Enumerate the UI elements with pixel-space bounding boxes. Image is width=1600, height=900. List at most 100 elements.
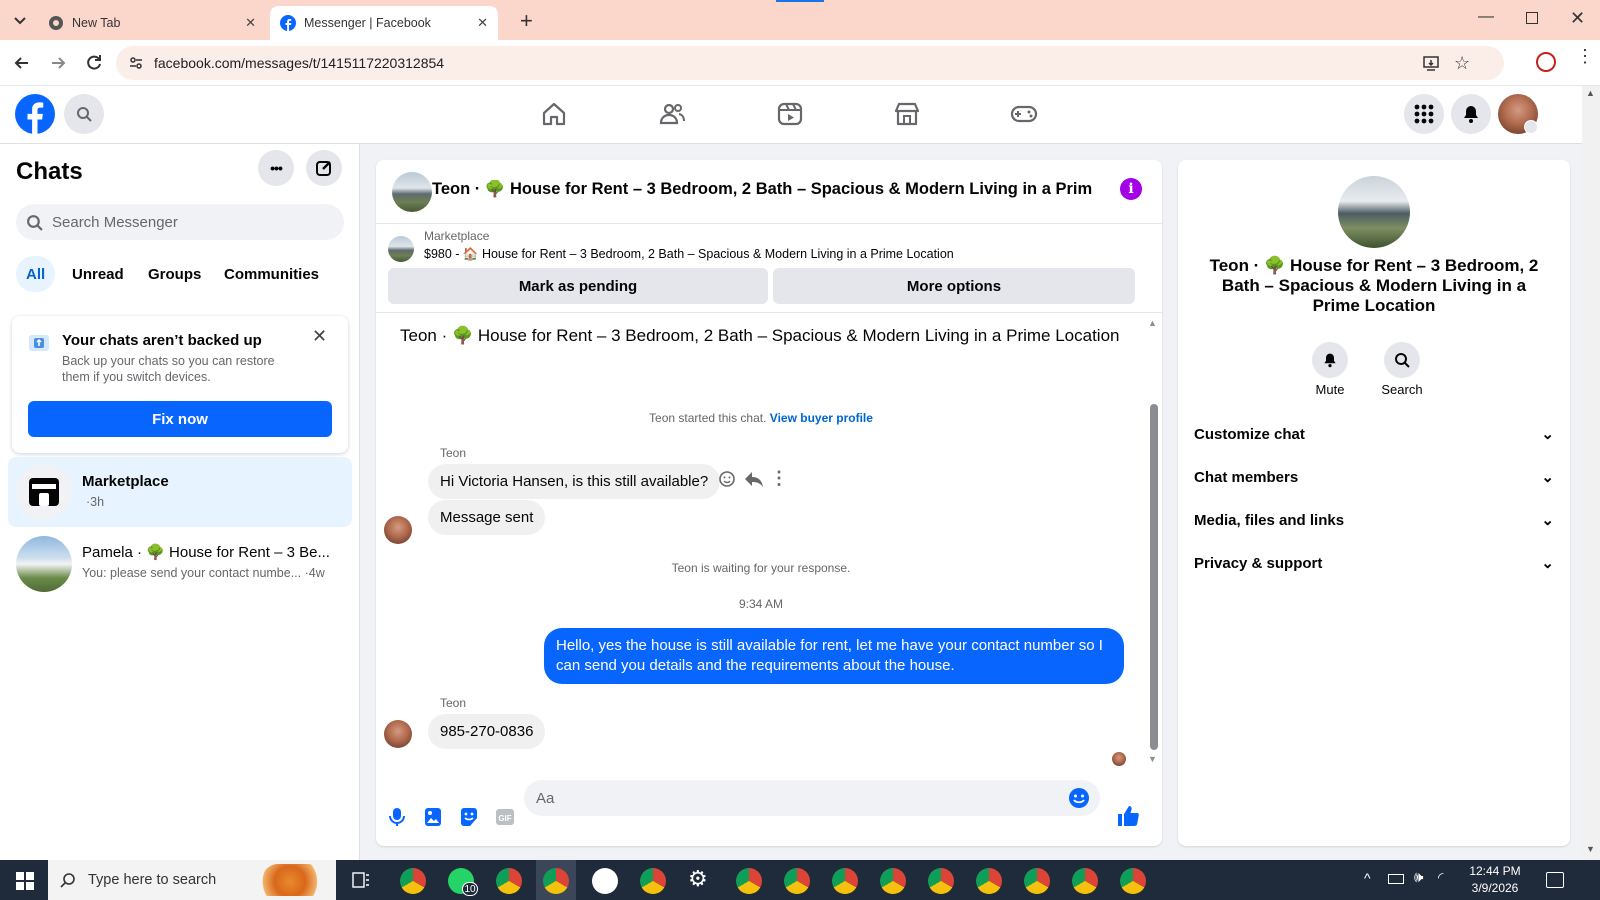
back-arrow-icon[interactable] [12, 53, 32, 73]
tray-chevron-up-icon[interactable]: ^ [1364, 870, 1371, 886]
filter-communities[interactable]: Communities [214, 256, 329, 292]
search-conversation-button[interactable] [1384, 342, 1420, 378]
section-customize-chat[interactable]: Customize chat ⌄ [1194, 414, 1554, 454]
tab-search-icon[interactable] [10, 10, 30, 30]
fb-search-button[interactable] [64, 94, 104, 134]
app-taskbar-icon[interactable] [592, 868, 618, 894]
task-view-icon[interactable] [352, 872, 370, 888]
section-media-files-links[interactable]: Media, files and links ⌄ [1194, 500, 1554, 540]
clock-time[interactable]: 12:44 PM [1462, 864, 1528, 878]
mute-button[interactable] [1312, 342, 1348, 378]
scroll-down-arrow-icon[interactable]: ▼ [1586, 844, 1595, 854]
notification-center-icon[interactable] [1546, 872, 1564, 888]
scroll-up-arrow-icon[interactable]: ▲ [1586, 88, 1595, 98]
volume-icon[interactable]: 🕪 [1414, 869, 1423, 886]
new-tab-button[interactable]: + [520, 8, 533, 34]
gaming-icon[interactable] [1010, 100, 1038, 128]
chrome-taskbar-icon[interactable] [784, 868, 810, 894]
chrome-taskbar-icon[interactable] [976, 868, 1002, 894]
more-vertical-icon[interactable]: ⋮ [770, 468, 788, 489]
listing-thumbnail[interactable] [392, 172, 432, 212]
message-input[interactable]: Aa [524, 780, 1100, 816]
close-icon[interactable]: ✕ [312, 326, 327, 347]
sender-avatar[interactable] [384, 516, 412, 544]
more-options-button[interactable]: More options [773, 268, 1135, 304]
taskbar-search-box[interactable]: Type here to search [48, 860, 336, 900]
reply-icon[interactable] [744, 470, 764, 488]
chrome-taskbar-icon[interactable] [543, 868, 569, 894]
thumbs-up-icon[interactable] [1116, 804, 1140, 828]
site-settings-icon[interactable] [128, 55, 144, 71]
chrome-taskbar-icon[interactable] [1024, 868, 1050, 894]
info-icon[interactable]: i [1120, 178, 1142, 200]
incoming-message[interactable]: Message sent [428, 500, 546, 535]
install-app-icon[interactable] [1422, 54, 1440, 72]
new-message-button[interactable] [306, 150, 342, 186]
section-chat-members[interactable]: Chat members ⌄ [1194, 457, 1554, 497]
section-privacy-support[interactable]: Privacy & support ⌄ [1194, 543, 1554, 583]
settings-gear-icon[interactable]: ⚙ [688, 866, 708, 892]
chat-row-pamela[interactable]: Pamela · 🌳 House for Rent – 3 Be... You:… [8, 529, 352, 599]
network-icon[interactable]: ◜ [1438, 869, 1443, 886]
tab-new-tab[interactable]: New Tab ✕ [38, 6, 266, 40]
chrome-taskbar-icon[interactable] [832, 868, 858, 894]
restore-window-icon[interactable] [1526, 12, 1538, 24]
chrome-taskbar-icon[interactable] [1072, 868, 1098, 894]
conversation-title[interactable]: Teon · 🌳 House for Rent – 3 Bedroom, 2 B… [432, 180, 1092, 199]
chrome-taskbar-icon[interactable] [1120, 868, 1146, 894]
filter-groups[interactable]: Groups [138, 256, 211, 292]
chrome-taskbar-icon[interactable] [400, 868, 426, 894]
fix-now-button[interactable]: Fix now [28, 401, 332, 437]
minimize-window-icon[interactable]: — [1478, 8, 1494, 26]
browser-menu-icon[interactable]: ⋮ [1576, 47, 1594, 65]
listing-line[interactable]: $980 - 🏠 House for Rent – 3 Bedroom, 2 B… [424, 247, 954, 262]
close-tab-icon[interactable]: ✕ [477, 15, 488, 31]
chevron-down-icon[interactable] [1524, 120, 1538, 134]
photo-icon[interactable] [422, 806, 444, 828]
incoming-message[interactable]: 985-270-0836 [428, 714, 546, 749]
friends-icon[interactable] [658, 100, 686, 128]
incoming-message[interactable]: Hi Victoria Hansen, is this still availa… [428, 464, 721, 499]
conversation-scrollbar[interactable] [1150, 404, 1158, 750]
chrome-taskbar-icon[interactable] [640, 868, 666, 894]
forward-arrow-icon[interactable] [48, 53, 68, 73]
sticker-icon[interactable] [458, 806, 480, 828]
filter-unread[interactable]: Unread [62, 256, 134, 292]
menu-grid-button[interactable] [1404, 94, 1444, 134]
notifications-button[interactable] [1451, 94, 1491, 134]
mark-as-pending-button[interactable]: Mark as pending [388, 268, 768, 304]
scroll-up-arrow-icon[interactable]: ▲ [1148, 318, 1157, 328]
profile-icon[interactable] [1536, 52, 1556, 72]
outgoing-message[interactable]: Hello, yes the house is still available … [544, 628, 1124, 684]
emoji-icon[interactable] [1068, 787, 1090, 809]
react-icon[interactable] [718, 470, 736, 488]
gif-icon[interactable]: GIF [494, 806, 516, 828]
search-messenger-input[interactable]: Search Messenger [16, 204, 344, 240]
listing-photo[interactable] [1338, 176, 1410, 248]
filter-all[interactable]: All [16, 256, 56, 292]
tab-messenger[interactable]: Messenger | Facebook ✕ [270, 6, 498, 40]
close-tab-icon[interactable]: ✕ [245, 15, 256, 31]
chrome-taskbar-icon[interactable] [880, 868, 906, 894]
facebook-logo-icon[interactable] [15, 94, 55, 134]
chrome-taskbar-icon[interactable] [928, 868, 954, 894]
video-icon[interactable] [776, 100, 804, 128]
sender-avatar[interactable] [384, 720, 412, 748]
chrome-taskbar-icon[interactable] [736, 868, 762, 894]
microphone-icon[interactable] [386, 806, 408, 828]
chrome-taskbar-icon[interactable] [496, 868, 522, 894]
windows-start-icon[interactable] [16, 872, 34, 890]
clock-date[interactable]: 3/9/2026 [1462, 881, 1528, 895]
page-scrollbar[interactable]: ▲ ▼ [1582, 86, 1600, 860]
reload-icon[interactable] [84, 53, 104, 73]
scroll-down-arrow-icon[interactable]: ▼ [1148, 754, 1157, 764]
close-window-icon[interactable]: ✕ [1570, 8, 1585, 29]
bookmark-star-icon[interactable]: ☆ [1454, 53, 1470, 74]
battery-icon[interactable] [1388, 874, 1404, 884]
url-bar[interactable]: facebook.com/messages/t/1415117220312854… [116, 46, 1504, 80]
home-icon[interactable] [540, 100, 568, 128]
chat-row-marketplace[interactable]: Marketplace ·3h [8, 457, 352, 527]
marketplace-icon[interactable] [893, 100, 921, 128]
chat-options-button[interactable]: ••• [258, 150, 294, 186]
view-buyer-profile-link[interactable]: View buyer profile [770, 411, 873, 425]
